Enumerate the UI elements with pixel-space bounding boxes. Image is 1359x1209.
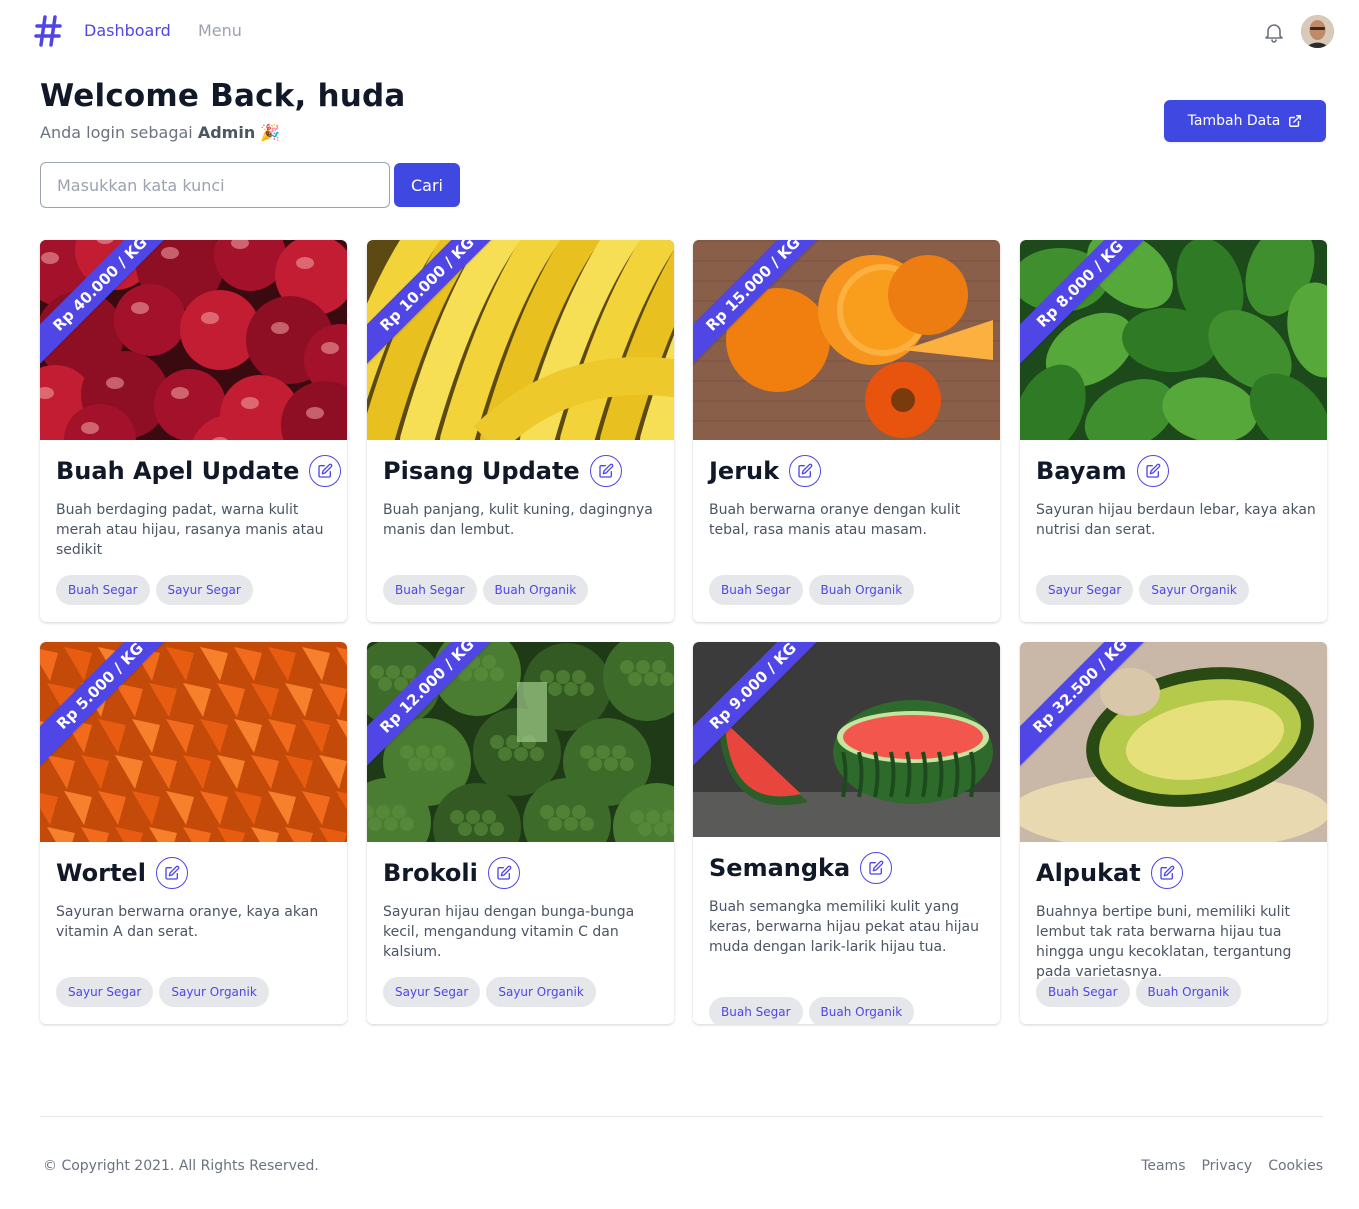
footer-link-cookies[interactable]: Cookies [1268, 1158, 1323, 1174]
footer-divider [40, 1116, 1323, 1117]
card-title: Semangka [709, 854, 851, 882]
tag-badge[interactable]: Buah Organik [808, 575, 915, 605]
card-title-row: Pisang Update [383, 455, 622, 487]
card-title-row: Buah Apel Update [56, 455, 342, 487]
tag-badge[interactable]: Sayur Organik [159, 977, 269, 1007]
product-card: Rp 15.000 / KG Jeruk Buah berwarna oranye … [693, 240, 1000, 622]
product-image [40, 240, 347, 440]
product-image [1020, 240, 1327, 440]
card-tags: Sayur Segar Sayur Organik [56, 977, 269, 1007]
copyright-text: © Copyright 2021. All Rights Reserved. [43, 1158, 319, 1174]
tag-badge[interactable]: Buah Organik [1135, 977, 1242, 1007]
card-tags: Buah Segar Buah Organik [709, 997, 915, 1024]
product-image [367, 642, 674, 842]
product-card: Rp 32.500 / KG Alpukat Buahnya bertipe bun… [1020, 642, 1327, 1024]
edit-icon[interactable] [860, 852, 893, 884]
tag-badge[interactable]: Sayur Segar [56, 977, 154, 1007]
edit-icon[interactable] [789, 455, 822, 487]
product-card: Rp 9.000 / KG Semangka Buah semangka memil… [693, 642, 1000, 1024]
add-data-button[interactable]: Tambah Data [1164, 100, 1326, 142]
card-tags: Sayur Segar Sayur Organik [1036, 575, 1249, 605]
tag-badge[interactable]: Sayur Organik [486, 977, 596, 1007]
top-nav: Dashboard Menu [0, 0, 1359, 64]
edit-icon[interactable] [309, 455, 342, 487]
tag-badge[interactable]: Buah Organik [482, 575, 589, 605]
search-button[interactable]: Cari [394, 163, 460, 207]
product-card: Rp 40.000 / KG Buah Apel Update Buah berda… [40, 240, 347, 622]
product-image [367, 240, 674, 440]
product-card: Rp 12.000 / KG Brokoli Sayuran hijau denga… [367, 642, 674, 1024]
edit-icon[interactable] [487, 857, 520, 889]
login-role-text: Anda login sebagai Admin 🎉 [40, 123, 280, 142]
tag-badge[interactable]: Buah Segar [1036, 977, 1130, 1007]
card-title: Wortel [56, 859, 146, 887]
nav-link-dashboard[interactable]: Dashboard [84, 21, 171, 40]
tag-badge[interactable]: Sayur Segar [155, 575, 253, 605]
footer-link-privacy[interactable]: Privacy [1201, 1158, 1252, 1174]
footer-links: Teams Privacy Cookies [1141, 1158, 1323, 1174]
card-title: Buah Apel Update [56, 457, 300, 485]
tag-badge[interactable]: Buah Segar [709, 575, 803, 605]
avatar[interactable] [1301, 15, 1334, 48]
add-data-label: Tambah Data [1187, 113, 1281, 129]
card-description: Sayuran hijau dengan bunga-bunga kecil, … [383, 904, 635, 960]
card-description: Buah berdaging padat, warna kulit merah … [56, 502, 324, 558]
card-title-row: Wortel [56, 857, 188, 889]
edit-icon[interactable] [589, 455, 622, 487]
card-title-row: Bayam [1036, 455, 1169, 487]
edit-icon[interactable] [1136, 455, 1169, 487]
card-description: Sayuran berwarna oranye, kaya akan vitam… [56, 904, 319, 940]
subtitle-prefix: Anda login sebagai [40, 123, 198, 142]
external-link-icon [1289, 115, 1302, 127]
card-title-row: Jeruk [709, 455, 822, 487]
tag-badge[interactable]: Sayur Segar [383, 977, 481, 1007]
role-label: Admin [197, 123, 256, 142]
card-description: Buah semangka memiliki kulit yang keras,… [709, 899, 979, 955]
tag-badge[interactable]: Buah Organik [808, 997, 915, 1024]
product-card: Rp 5.000 / KG Wortel Sayuran berwarna oran… [40, 642, 347, 1024]
tag-badge[interactable]: Buah Segar [56, 575, 150, 605]
card-description: Sayuran hijau berdaun lebar, kaya akan n… [1036, 502, 1316, 538]
card-description: Buah panjang, kulit kuning, dagingnya ma… [383, 502, 653, 538]
bell-icon[interactable] [1262, 20, 1286, 44]
search-input[interactable] [40, 162, 390, 208]
edit-icon[interactable] [155, 857, 188, 889]
product-image [693, 642, 1000, 837]
nav-link-menu[interactable]: Menu [198, 21, 242, 40]
footer-link-teams[interactable]: Teams [1141, 1158, 1185, 1174]
card-tags: Sayur Segar Sayur Organik [383, 977, 596, 1007]
product-image [693, 240, 1000, 440]
product-card: Rp 8.000 / KG Bayam Sayuran hijau berdaun … [1020, 240, 1327, 622]
card-tags: Buah Segar Buah Organik [1036, 977, 1242, 1007]
hash-logo-icon[interactable] [34, 14, 62, 48]
tag-badge[interactable]: Sayur Organik [1139, 575, 1249, 605]
tag-badge[interactable]: Buah Segar [709, 997, 803, 1024]
product-image [1020, 642, 1327, 842]
card-tags: Buah Segar Sayur Segar [56, 575, 253, 605]
card-title-row: Semangka [709, 852, 893, 884]
page-title: Welcome Back, huda [40, 78, 406, 114]
product-card: Rp 10.000 / KG Pisang Update Buah panjang,… [367, 240, 674, 622]
card-description: Buahnya bertipe buni, memiliki kulit lem… [1036, 904, 1292, 980]
card-title: Pisang Update [383, 457, 580, 485]
tag-badge[interactable]: Buah Segar [383, 575, 477, 605]
card-tags: Buah Segar Buah Organik [709, 575, 915, 605]
product-image [40, 642, 347, 842]
card-title: Brokoli [383, 859, 478, 887]
card-title-row: Alpukat [1036, 857, 1183, 889]
card-tags: Buah Segar Buah Organik [383, 575, 589, 605]
card-title-row: Brokoli [383, 857, 520, 889]
card-title: Alpukat [1036, 859, 1141, 887]
card-title: Bayam [1036, 457, 1127, 485]
edit-icon[interactable] [1150, 857, 1183, 889]
card-description: Buah berwarna oranye dengan kulit tebal,… [709, 502, 961, 538]
card-title: Jeruk [709, 457, 780, 485]
party-emoji: 🎉 [260, 123, 281, 142]
tag-badge[interactable]: Sayur Segar [1036, 575, 1134, 605]
